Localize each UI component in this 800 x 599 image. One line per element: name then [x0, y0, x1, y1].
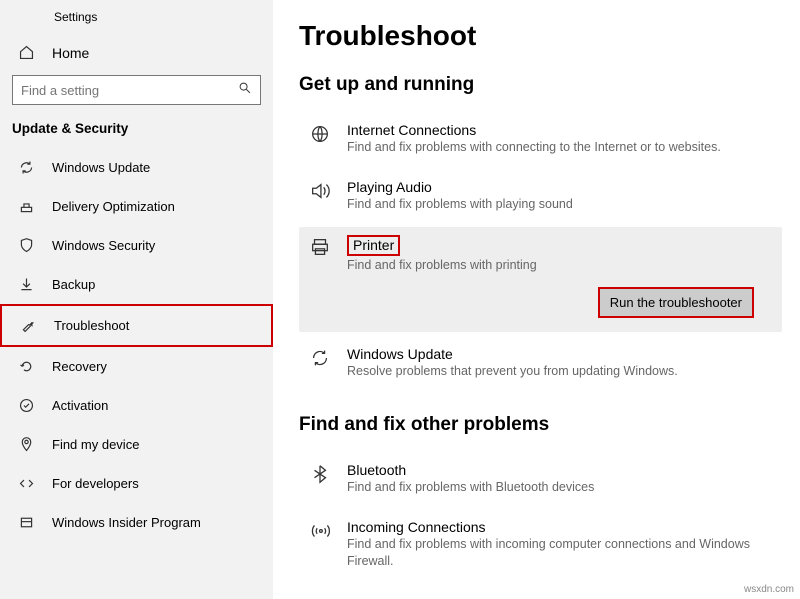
sidebar-item-windows-insider[interactable]: Windows Insider Program [0, 503, 273, 542]
home-label: Home [52, 45, 89, 61]
recovery-icon [18, 358, 38, 375]
nav-label: Find my device [52, 437, 139, 452]
troubleshoot-incoming-connections[interactable]: Incoming Connections Find and fix proble… [299, 511, 782, 579]
nav-label: Windows Security [52, 238, 155, 253]
developers-icon [18, 475, 38, 492]
item-desc: Find and fix problems with printing [347, 257, 772, 275]
home-link[interactable]: Home [0, 34, 273, 71]
sidebar-item-backup[interactable]: Backup [0, 265, 273, 304]
audio-icon [309, 179, 337, 214]
backup-icon [18, 276, 38, 293]
sidebar-item-windows-update[interactable]: Windows Update [0, 148, 273, 187]
item-desc: Resolve problems that prevent you from u… [347, 363, 772, 381]
sidebar-item-windows-security[interactable]: Windows Security [0, 226, 273, 265]
nav-label: Activation [52, 398, 108, 413]
window-title: Settings [0, 6, 273, 34]
location-icon [18, 436, 38, 453]
delivery-icon [18, 198, 38, 215]
troubleshoot-windows-update[interactable]: Windows Update Resolve problems that pre… [299, 338, 782, 389]
item-title: Incoming Connections [347, 519, 772, 535]
item-title: Printer [347, 235, 400, 256]
sidebar-item-find-my-device[interactable]: Find my device [0, 425, 273, 464]
sync-icon [18, 159, 38, 176]
search-icon [238, 81, 252, 100]
search-input[interactable] [21, 83, 217, 98]
page-title: Troubleshoot [299, 20, 782, 52]
nav-label: Windows Insider Program [52, 515, 201, 530]
sidebar-item-for-developers[interactable]: For developers [0, 464, 273, 503]
sidebar: Settings Home Update & Security Windows … [0, 0, 273, 599]
sidebar-item-recovery[interactable]: Recovery [0, 347, 273, 386]
nav-label: Recovery [52, 359, 107, 374]
watermark: wsxdn.com [744, 584, 794, 595]
activation-icon [18, 397, 38, 414]
troubleshoot-playing-audio[interactable]: Playing Audio Find and fix problems with… [299, 171, 782, 222]
section-title-2: Find and fix other problems [299, 414, 782, 436]
item-desc: Find and fix problems with playing sound [347, 196, 772, 214]
nav-label: Troubleshoot [54, 318, 129, 333]
nav-label: Backup [52, 277, 95, 292]
item-desc: Find and fix problems with connecting to… [347, 139, 772, 157]
nav-label: For developers [52, 476, 139, 491]
window-title-text: Settings [54, 10, 97, 24]
insider-icon [18, 514, 38, 531]
section-heading: Update & Security [0, 119, 273, 148]
item-title: Bluetooth [347, 462, 772, 478]
nav-label: Delivery Optimization [52, 199, 175, 214]
home-icon [18, 44, 38, 61]
section-title-1: Get up and running [299, 74, 782, 96]
run-troubleshooter-button[interactable]: Run the troubleshooter [598, 287, 754, 318]
printer-icon [309, 235, 337, 275]
item-desc: Find and fix problems with Bluetooth dev… [347, 479, 772, 497]
item-title: Internet Connections [347, 122, 772, 138]
signal-icon [309, 519, 337, 571]
bluetooth-icon [309, 462, 337, 497]
nav-label: Windows Update [52, 160, 150, 175]
update-icon [309, 346, 337, 381]
troubleshoot-bluetooth[interactable]: Bluetooth Find and fix problems with Blu… [299, 454, 782, 505]
globe-icon [309, 122, 337, 157]
sidebar-item-troubleshoot[interactable]: Troubleshoot [0, 304, 273, 347]
search-box[interactable] [12, 75, 261, 105]
main-content: Troubleshoot Get up and running Internet… [273, 0, 800, 599]
troubleshoot-internet-connections[interactable]: Internet Connections Find and fix proble… [299, 114, 782, 165]
item-title: Playing Audio [347, 179, 772, 195]
shield-icon [18, 237, 38, 254]
troubleshoot-printer[interactable]: Printer Find and fix problems with print… [299, 227, 782, 332]
item-title: Windows Update [347, 346, 772, 362]
nav-list: Windows Update Delivery Optimization Win… [0, 148, 273, 542]
wrench-icon [20, 317, 40, 334]
item-desc: Find and fix problems with incoming comp… [347, 536, 772, 571]
sidebar-item-activation[interactable]: Activation [0, 386, 273, 425]
sidebar-item-delivery-optimization[interactable]: Delivery Optimization [0, 187, 273, 226]
